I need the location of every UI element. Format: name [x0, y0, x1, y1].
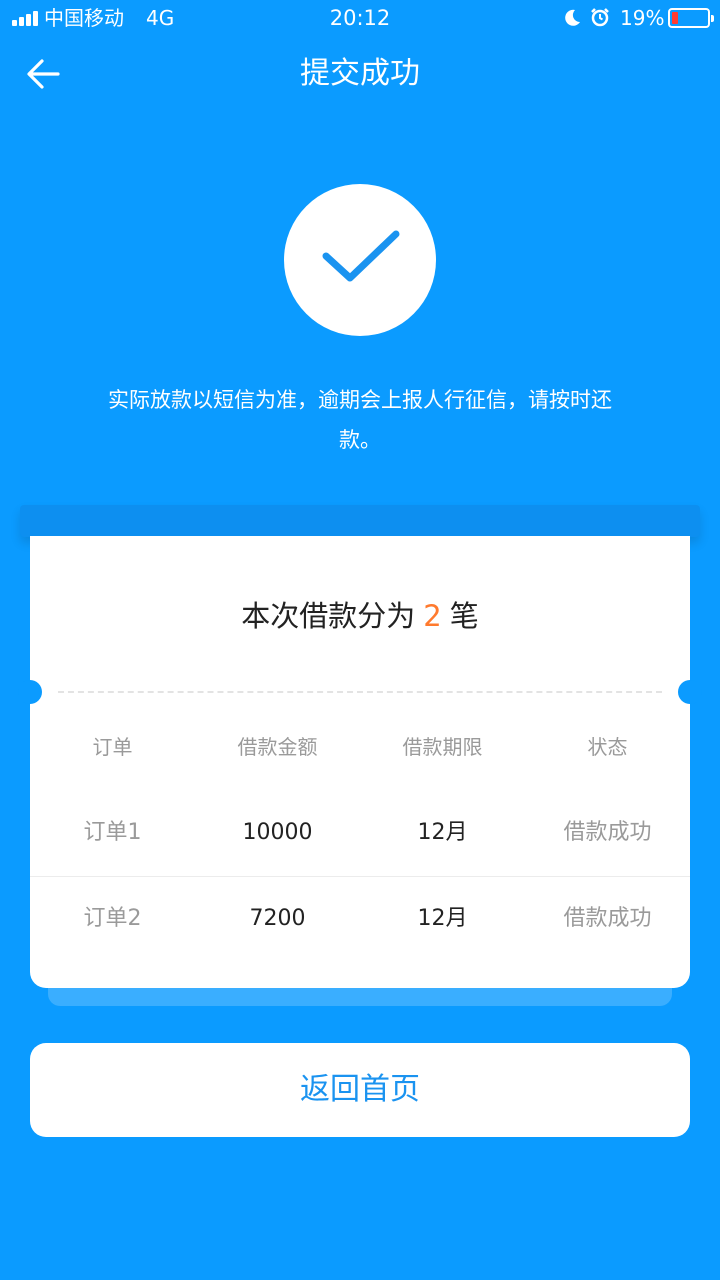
alarm-icon: [591, 8, 609, 27]
card-notch-right: [678, 680, 702, 704]
loan-receipt-card: 本次借款分为 2 笔 订单 借款金额 借款期限 状态 订单1 10000 12月 借…: [18, 536, 702, 988]
status-time: 20:12: [329, 6, 391, 30]
status-bar: 中国移动 4G 20:12 19%: [0, 0, 720, 38]
battery-level: [672, 12, 678, 24]
success-badge: [284, 184, 436, 336]
table-row: 订单2 7200 12月 借款成功: [30, 904, 690, 934]
row-divider: [30, 876, 690, 877]
column-header-amount: 借款金额: [237, 735, 318, 759]
battery-percent: 19%: [620, 6, 665, 30]
amount-cell: 7200: [249, 906, 306, 931]
dashed-divider: [58, 691, 662, 693]
column-header-term: 借款期限: [402, 735, 483, 759]
return-home-button[interactable]: 返回首页: [30, 1043, 690, 1137]
summary-prefix: 本次借款分为: [241, 599, 416, 633]
table-header: 订单 借款金额 借款期限 状态: [30, 734, 690, 760]
notice-text: 实际放款以短信为准，逾期会上报人行征信，请按时还款。: [108, 388, 612, 452]
table-row: 订单1 10000 12月 借款成功: [30, 818, 690, 848]
term-cell: 12月: [417, 820, 468, 845]
column-header-status: 状态: [587, 735, 628, 759]
order-cell: 订单1: [83, 820, 142, 845]
card-notch-left: [18, 680, 42, 704]
amount-cell: 10000: [242, 820, 313, 845]
term-cell: 12月: [417, 906, 468, 931]
page-title: 提交成功: [300, 56, 420, 91]
loan-summary: 本次借款分为 2 笔: [30, 594, 690, 638]
column-header-order: 订单: [92, 735, 133, 759]
status-cell: 借款成功: [563, 906, 652, 931]
checkmark-icon: [322, 230, 400, 282]
summary-suffix: 笔: [449, 599, 479, 633]
receipt-slot: [20, 505, 700, 537]
status-cell: 借款成功: [563, 820, 652, 845]
battery-icon: [668, 8, 714, 28]
moon-icon: [565, 9, 580, 26]
order-cell: 订单2: [83, 906, 142, 931]
loan-count: 2: [423, 599, 442, 633]
